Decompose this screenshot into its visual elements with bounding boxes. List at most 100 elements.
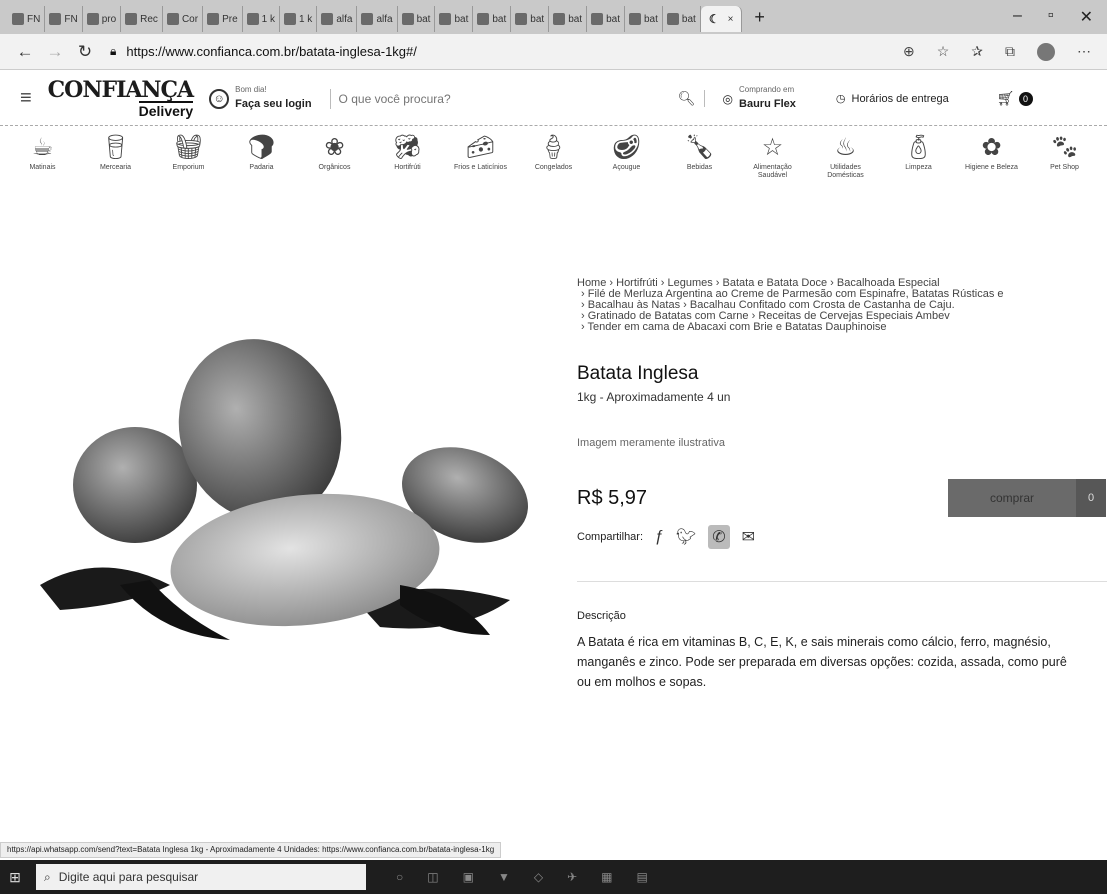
collections-icon[interactable]: ⧉ [1005, 43, 1015, 61]
category-item[interactable]: 🧴︎ Limpeza [890, 132, 948, 194]
favorites-icon[interactable]: ✰ [971, 43, 983, 61]
browser-toolbar: ⊕ ☆ ✰ ⧉ ⋯ [903, 42, 1107, 61]
more-menu-icon[interactable]: ⋯ [1077, 43, 1091, 61]
whatsapp-icon[interactable]: ✆ [708, 525, 730, 549]
browser-tab[interactable]: pro [83, 6, 122, 32]
price-row: R$ 5,97 comprar 0 [577, 479, 1106, 517]
tab-favicon-icon [321, 13, 334, 25]
tab-label: alfa [376, 13, 393, 25]
windows-start-icon[interactable]: ⊞ [0, 869, 30, 886]
reload-icon[interactable]: ↻ [70, 42, 100, 62]
bread-icon: 🍞︎ [246, 134, 277, 161]
city-name: Bauru Flex [739, 98, 796, 110]
zoom-icon[interactable]: ⊕ [903, 43, 915, 61]
category-item[interactable]: 🍦︎ Congelados [525, 132, 583, 194]
browser-tab[interactable]: bat [549, 6, 588, 32]
taskbar-search[interactable]: ⌕ Digite aqui para pesquisar [36, 864, 366, 890]
buy-button[interactable]: comprar 0 [948, 479, 1106, 517]
task-view-icon[interactable]: ○ [396, 870, 403, 884]
browser-tab[interactable]: bat [625, 6, 663, 32]
browser-tab[interactable]: alfa [357, 6, 398, 32]
category-item[interactable]: ✿ Higiene e Beleza [963, 132, 1021, 194]
breadcrumb-link[interactable]: Tender em cama de Abacaxi com Brie e Bat… [588, 321, 887, 333]
tab-label: bat [644, 13, 658, 25]
tab-favicon-icon [361, 13, 374, 25]
product-price: R$ 5,97 [577, 486, 648, 509]
browser-tab[interactable]: Pre [203, 6, 243, 32]
logo[interactable]: CONFIANÇA Delivery [48, 79, 194, 118]
app-icon[interactable]: ◇ [534, 870, 543, 884]
tab-label: alfa [336, 13, 353, 25]
category-item[interactable]: 🧀︎ Frios e Laticínios [452, 132, 510, 194]
category-item[interactable]: 🥦︎ Hortifrúti [379, 132, 437, 194]
app-icon[interactable]: ◫ [427, 870, 438, 884]
category-label: Frios e Laticínios [454, 164, 507, 171]
tab-favicon-icon [49, 13, 62, 25]
new-tab-button[interactable]: + [754, 7, 765, 28]
category-item[interactable]: ☆ Alimentação Saudável [744, 132, 802, 194]
url-field[interactable]: 🔒︎ https://www.confianca.com.br/batata-i… [110, 39, 850, 65]
browser-tab[interactable]: FN [8, 6, 46, 32]
browser-tab[interactable]: bat [435, 6, 474, 32]
tab-active[interactable]: ☾ × [700, 6, 743, 32]
email-icon[interactable]: ✉ [742, 527, 755, 547]
tab-label: bat [416, 13, 431, 25]
app-icon[interactable]: ✈ [567, 870, 577, 884]
browser-tab[interactable]: bat [473, 6, 512, 32]
category-item[interactable]: 🐾︎ Pet Shop [1036, 132, 1094, 194]
browser-tab[interactable]: bat [663, 6, 701, 32]
app-icon[interactable]: ▼ [498, 870, 510, 884]
browser-tab[interactable]: alfa [317, 6, 358, 32]
forward-icon[interactable]: → [40, 42, 70, 62]
delivery-hours-link[interactable]: ◷ Horários de entrega [836, 92, 949, 106]
maximize-icon[interactable]: ▫ [1048, 7, 1054, 27]
tab-favicon-icon [166, 13, 179, 25]
browser-tab[interactable]: 1 k [280, 6, 318, 32]
browser-tab[interactable]: Cor [163, 6, 204, 32]
browser-tab[interactable]: Rec [121, 6, 163, 32]
illustrative-note: Imagem meramente ilustrativa [577, 437, 725, 449]
tab-favicon-icon [515, 13, 528, 25]
close-window-icon[interactable]: ✕ [1080, 7, 1093, 27]
profile-avatar[interactable] [1037, 42, 1055, 61]
minimize-icon[interactable]: – [1013, 7, 1022, 27]
category-item[interactable]: ❀ Orgânicos [306, 132, 364, 194]
search-input[interactable] [338, 91, 678, 106]
location-pin-icon: ◎ [722, 91, 734, 106]
city-selector[interactable]: ◎ Comprando em Bauru Flex [723, 85, 796, 112]
buy-label[interactable]: comprar [948, 479, 1076, 517]
tab-list: FN FN pro Rec Cor Pre 1 k 1 k alfa alfa bat bat bat b… [8, 2, 701, 32]
category-label: Matinais [29, 164, 56, 171]
browser-tab[interactable]: bat [398, 6, 436, 32]
category-item[interactable]: 🥩︎ Açougue [598, 132, 656, 194]
tab-label: 1 k [261, 13, 275, 25]
browser-tab[interactable]: bat [511, 6, 550, 32]
category-label: Emporium [172, 164, 205, 171]
close-tab-icon[interactable]: × [728, 14, 734, 25]
search-icon[interactable]: 🔍︎ [678, 90, 705, 107]
menu-icon[interactable]: ≡ [20, 87, 32, 110]
category-item[interactable]: 🍞︎ Padaria [233, 132, 291, 194]
category-item[interactable]: 🍾︎ Bebidas [671, 132, 729, 194]
login-link[interactable]: ☺ Bom dia! Faça seu login [209, 85, 312, 112]
star-icon: ☆ [761, 134, 784, 161]
lock-icon[interactable]: 🔒︎ [110, 44, 116, 59]
category-item[interactable]: ♨ Utilidades Domésticas [817, 132, 875, 194]
app-icon[interactable]: ▣ [463, 870, 474, 884]
back-icon[interactable]: ← [10, 42, 40, 62]
app-icon[interactable]: ▤ [636, 870, 647, 884]
category-item[interactable]: 🧺︎ Emporium [160, 132, 218, 194]
cart-button[interactable]: 🛒︎ 0 [997, 90, 1033, 107]
facebook-icon[interactable]: ƒ [655, 528, 664, 546]
tab-favicon-icon [591, 13, 604, 25]
category-item[interactable]: ☕︎ Matinais [14, 132, 72, 194]
app-icon[interactable]: ▦ [601, 870, 612, 884]
browser-tab[interactable]: FN [45, 6, 83, 32]
twitter-icon[interactable]: 🐦︎ [676, 527, 696, 547]
favorite-star-icon[interactable]: ☆ [937, 43, 950, 61]
browser-tab[interactable]: 1 k [243, 6, 280, 32]
coffee-cup-icon: ☕︎ [31, 134, 54, 161]
category-item[interactable]: 🥛︎ Mercearia [87, 132, 145, 194]
share-row: Compartilhar: ƒ 🐦︎ ✆ ✉ [577, 525, 1102, 549]
browser-tab[interactable]: bat [587, 6, 625, 32]
